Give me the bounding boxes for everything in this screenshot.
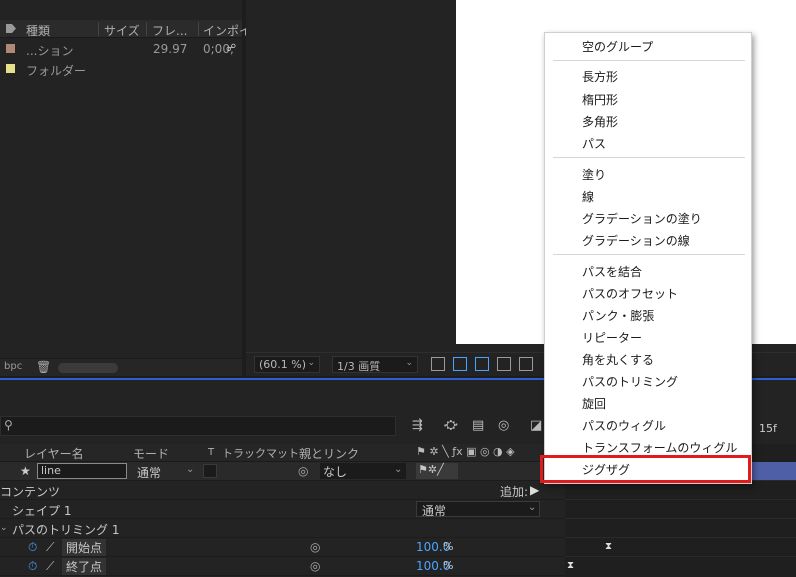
time-ruler-label: 15f	[759, 422, 777, 435]
menu-item-trim-paths[interactable]: パスのトリミング	[582, 373, 678, 390]
trim-paths-label: パスのトリミング 1	[12, 523, 120, 537]
item-fps: 29.97	[153, 42, 188, 56]
layer-name-field[interactable]: line	[37, 463, 127, 479]
grid-guides-icon[interactable]	[519, 357, 533, 371]
menu-item-repeater[interactable]: リピーター	[582, 329, 642, 346]
column-size[interactable]: サイズ	[104, 22, 140, 39]
menu-item-pucker-bloat[interactable]: パンク・膨張	[582, 307, 654, 324]
menu-item-rectangle[interactable]: 長方形	[582, 68, 618, 85]
fast-preview-icon[interactable]	[431, 357, 445, 371]
project-scrollbar[interactable]	[58, 363, 118, 373]
stopwatch-icon[interactable]: ⏱	[28, 559, 37, 574]
start-property-row[interactable]: ⏱ ⟋ 開始点 ◎ 100.0 %	[0, 538, 565, 557]
shy-layers-icon[interactable]: ▤	[472, 418, 484, 433]
label-icon	[6, 24, 16, 33]
add-context-menu: 空のグループ 長方形 楕円形 多角形 パス 塗り 線 グラデーションの塗り グラ…	[544, 32, 752, 484]
column-layer-name[interactable]: レイヤー名	[24, 445, 84, 462]
start-label: 開始点	[62, 539, 107, 556]
transparency-grid-icon[interactable]	[453, 357, 467, 371]
expression-spiral-icon[interactable]: ◎	[310, 540, 320, 554]
menu-item-offset-paths[interactable]: パスのオフセット	[582, 285, 678, 302]
switches-header-icons: ⚑ ✲ ╲ ƒx ▣ ◎ ◑ ◈	[416, 445, 515, 458]
label-color-swatch	[6, 44, 15, 53]
keyframe-icon[interactable]: ⧗	[605, 541, 612, 552]
graph-icon[interactable]: ⟋	[46, 540, 54, 555]
end-property-row[interactable]: ⏱ ⟋ 終了点 ◎ 100.0 %	[0, 557, 565, 576]
menu-item-stroke[interactable]: 線	[582, 188, 594, 205]
mask-visibility-icon[interactable]	[475, 357, 489, 371]
zoom-dropdown[interactable]: (60.1 %) ⌄	[254, 356, 320, 373]
shape-group-label: シェイプ 1	[12, 504, 72, 518]
bpc-label[interactable]: bpc	[4, 361, 22, 372]
column-frame-rate[interactable]: フレ...	[152, 22, 187, 39]
shape-layer-star-icon: ★	[20, 464, 31, 478]
motion-blur-icon[interactable]: ◪	[530, 418, 542, 433]
expand-chevron-icon[interactable]: ⌄	[0, 523, 8, 533]
draft-3d-icon[interactable]: ⛮	[444, 418, 458, 433]
menu-item-merge-paths[interactable]: パスを結合	[582, 263, 642, 280]
column-inpoint[interactable]: インポイ	[203, 22, 251, 39]
chevron-down-icon: ⌄	[528, 502, 537, 513]
add-menu-button-icon[interactable]: ▶	[530, 483, 539, 497]
menu-item-gradient-stroke[interactable]: グラデーションの線	[582, 232, 690, 249]
item-name: ...ション	[26, 44, 74, 58]
graph-icon[interactable]: ⟋	[46, 559, 54, 574]
chevron-down-icon: ⌄	[307, 358, 315, 368]
chevron-down-icon: ⌄	[394, 464, 403, 475]
column-track-t[interactable]: T	[208, 447, 214, 458]
add-label: 追加:	[500, 485, 529, 499]
contents-label: コンテンツ	[0, 485, 61, 499]
menu-item-twist[interactable]: 旋回	[582, 395, 606, 412]
end-label: 終了点	[62, 558, 107, 575]
contents-row[interactable]: コンテンツ 追加: ▶	[0, 481, 565, 500]
timeline-search-input[interactable]: ⚲	[0, 416, 396, 436]
menu-item-wiggle-paths[interactable]: パスのウィグル	[582, 417, 666, 434]
region-of-interest-icon[interactable]	[497, 357, 511, 371]
layer-switches[interactable]: ⚑✲╱	[416, 463, 458, 479]
layer-column-header: レイヤー名 モード T トラックマット 親とリンク ⚑ ✲ ╲ ƒx ▣ ◎ ◑…	[0, 444, 565, 462]
menu-item-round-corners[interactable]: 角を丸くする	[582, 351, 654, 368]
trim-paths-row[interactable]: ⌄ パスのトリミング 1	[0, 519, 565, 538]
column-parent[interactable]: 親とリンク	[299, 445, 359, 462]
trash-icon[interactable]: 🗑	[36, 360, 51, 374]
start-unit: %	[443, 540, 454, 553]
composition-mini-flowchart-icon[interactable]: ⇶	[412, 418, 423, 433]
project-footer: bpc 🗑	[0, 358, 242, 376]
menu-item-ellipse[interactable]: 楕円形	[582, 91, 618, 108]
shape-blend-mode-dropdown[interactable]: 通常	[416, 501, 540, 518]
frame-blending-icon[interactable]: ◎	[498, 418, 509, 433]
menu-item-polystar[interactable]: 多角形	[582, 113, 618, 130]
item-name: フォルダー	[26, 64, 87, 78]
zig-zag-highlight-box	[540, 455, 751, 483]
project-item-folder[interactable]: フォルダー	[0, 59, 242, 79]
keyframe-icon[interactable]: ⧗	[567, 560, 574, 571]
end-unit: %	[443, 559, 454, 572]
pick-whip-icon[interactable]: ◎	[298, 464, 308, 478]
stopwatch-icon[interactable]: ⏱	[28, 540, 37, 555]
menu-item-gradient-fill[interactable]: グラデーションの塗り	[582, 210, 702, 227]
project-item-comp[interactable]: ...ション 29.97 0;00; ☍	[0, 39, 242, 59]
menu-item-wiggle-transform[interactable]: トランスフォームのウィグル	[582, 439, 737, 456]
project-panel: 種類 サイズ フレ... インポイ ...ション 29.97 0;00; ☍ フ…	[0, 0, 251, 376]
comp-network-icon: ☍	[226, 43, 237, 54]
column-mode[interactable]: モード	[133, 445, 169, 462]
chevron-down-icon: ⌄	[186, 464, 195, 475]
shape-group-row[interactable]: シェイプ 1 通常 ⌄	[0, 500, 565, 519]
track-matte-box[interactable]	[203, 464, 217, 478]
layer-row[interactable]: ★ line 通常 ⌄ ◎ なし ⌄ ⚑✲╱	[0, 462, 565, 481]
column-type[interactable]: 種類	[26, 22, 50, 39]
chevron-down-icon: ⌄	[405, 358, 413, 368]
layer-mode-dropdown[interactable]: 通常	[137, 464, 161, 481]
search-icon: ⚲	[4, 418, 13, 432]
menu-item-empty-group[interactable]: 空のグループ	[582, 38, 653, 55]
expression-spiral-icon[interactable]: ◎	[310, 559, 320, 573]
column-track-matte[interactable]: トラックマット	[222, 445, 299, 461]
project-column-header: 種類 サイズ フレ... インポイ	[0, 20, 251, 39]
resolution-dropdown[interactable]: 1/3 画質 ⌄	[332, 356, 418, 373]
menu-item-fill[interactable]: 塗り	[582, 166, 606, 183]
menu-item-path[interactable]: パス	[582, 135, 606, 152]
label-color-swatch	[6, 64, 15, 73]
